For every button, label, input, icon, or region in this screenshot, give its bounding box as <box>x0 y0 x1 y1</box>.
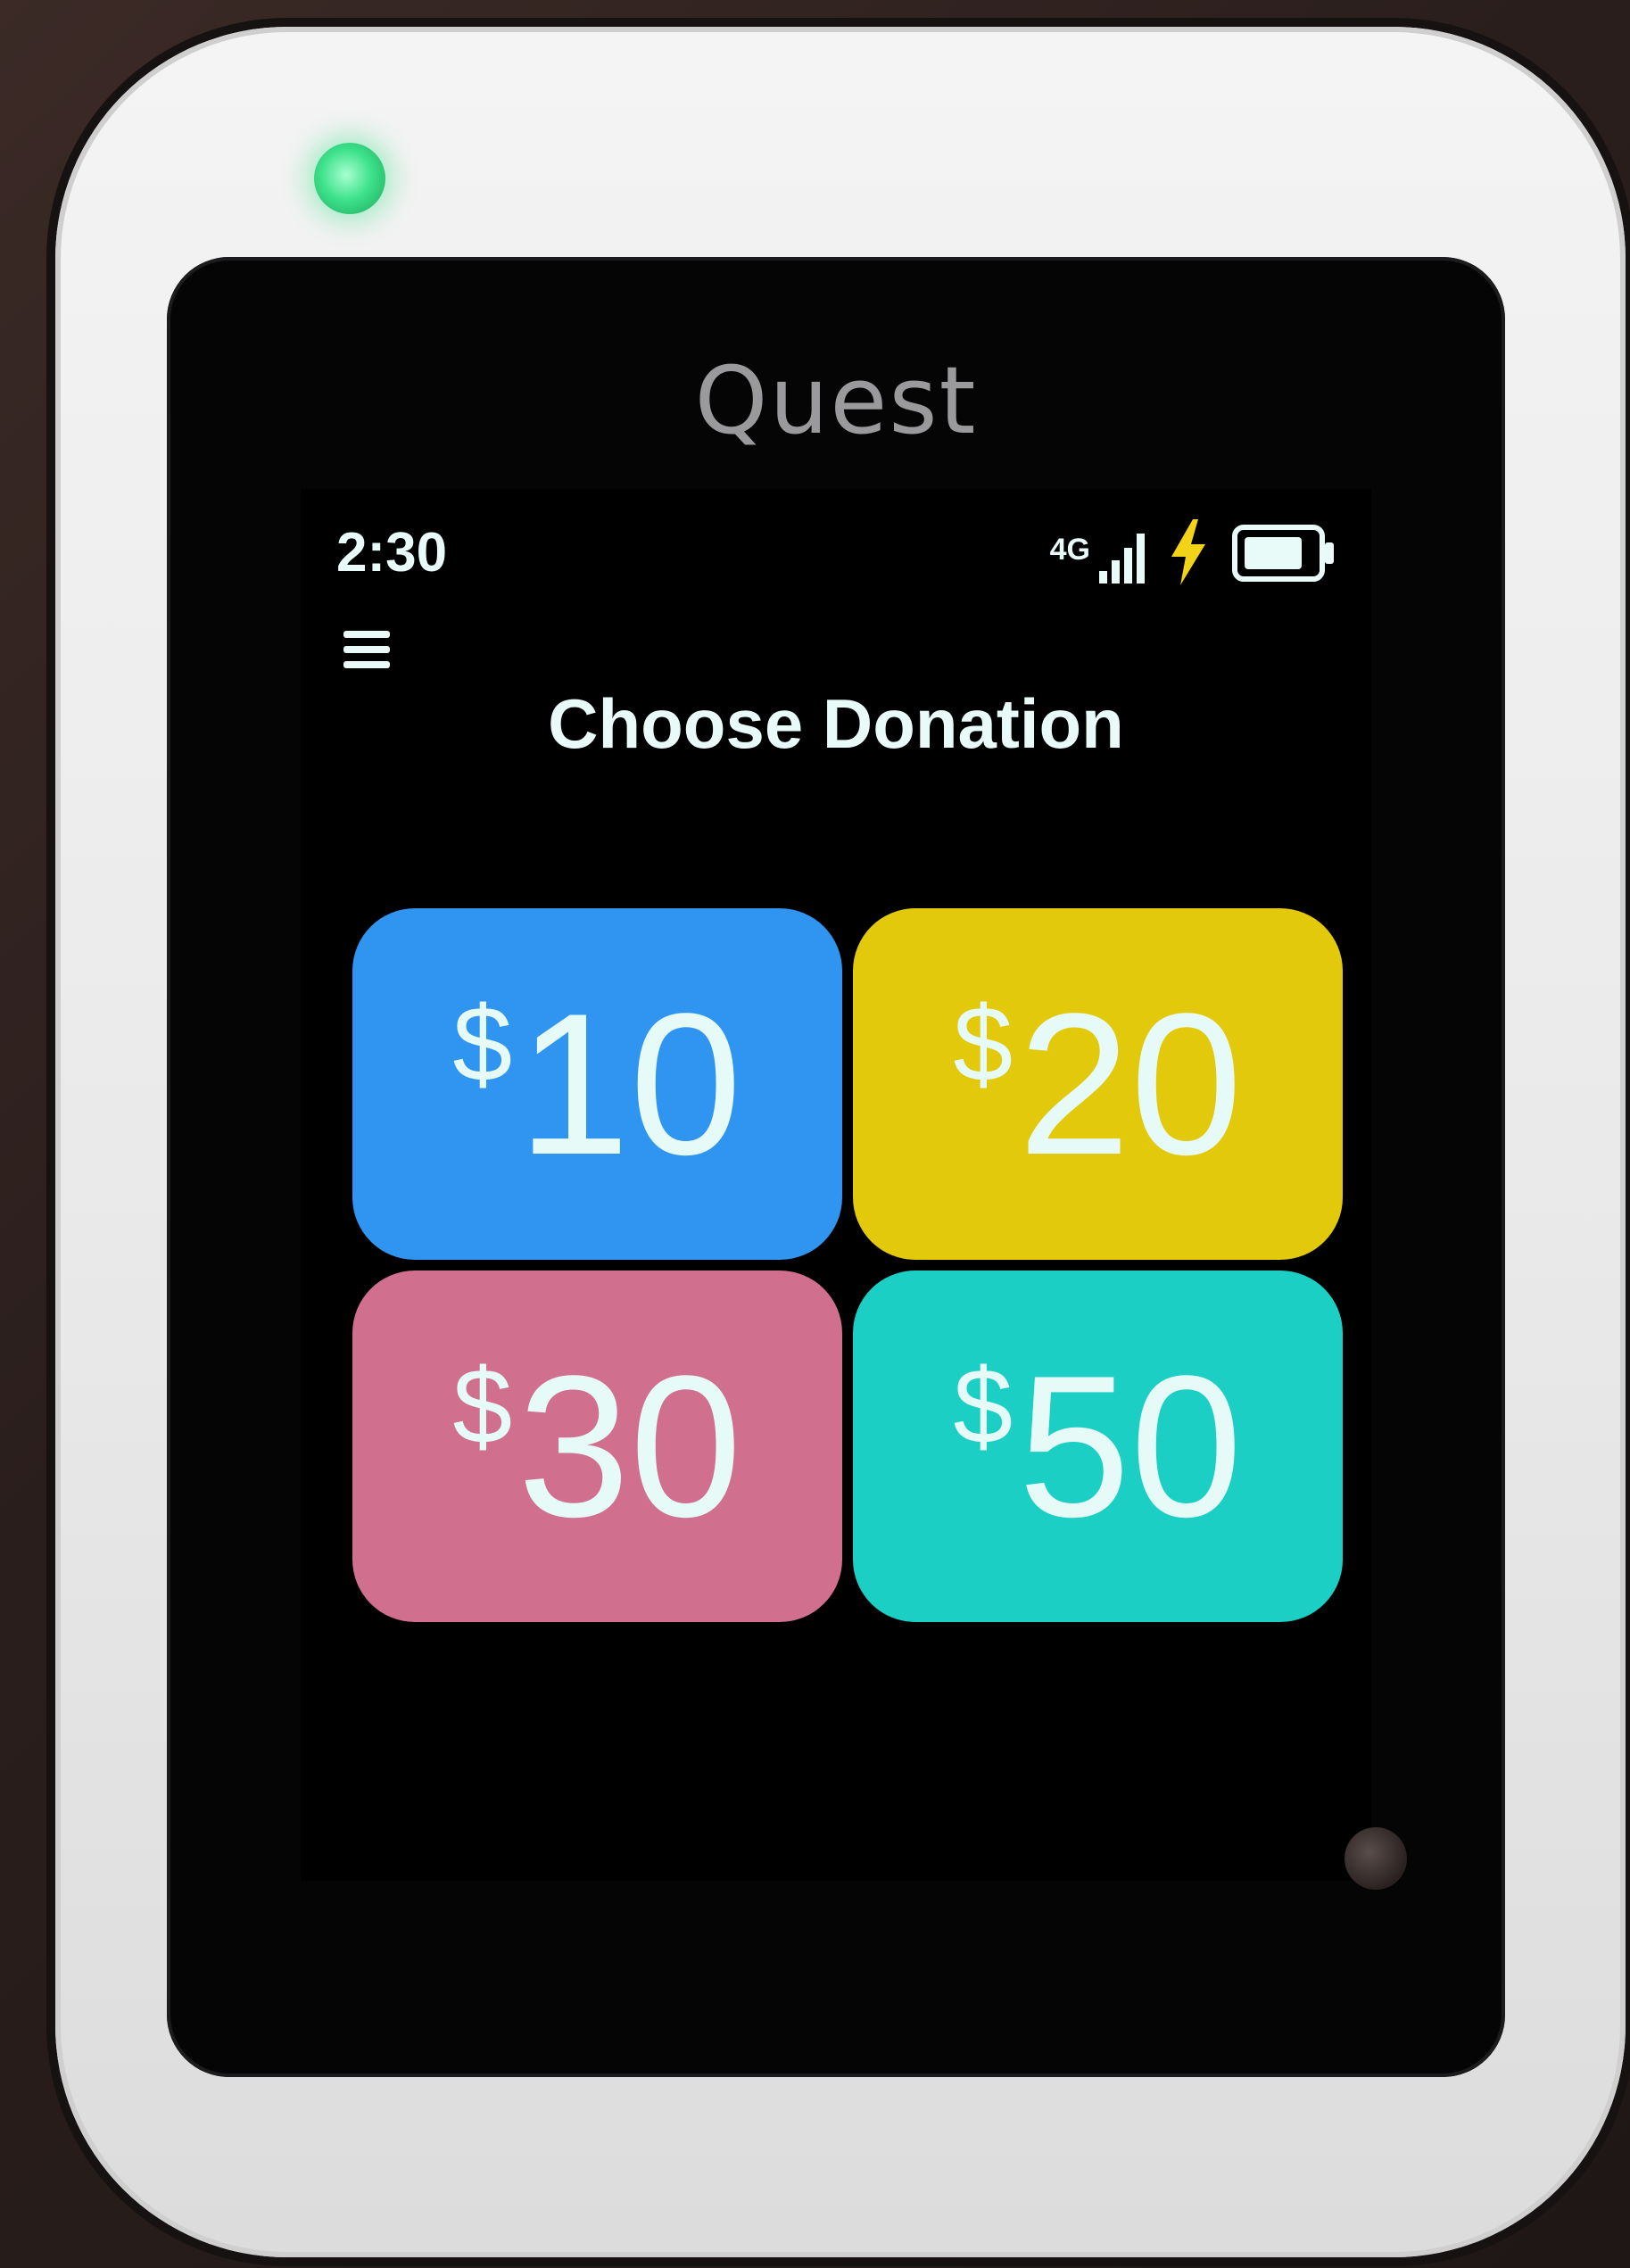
donation-30-button[interactable]: $ 30 <box>352 1271 842 1622</box>
page-title: Choose Donation <box>548 684 1124 763</box>
currency-symbol: $ <box>953 1346 1014 1466</box>
payment-terminal: Quest 2:30 4G Choose Donation $ 10 $ 20 … <box>55 27 1626 2257</box>
status-led <box>314 143 385 214</box>
donation-20-button[interactable]: $ 20 <box>853 908 1343 1260</box>
network-type: 4G <box>1049 533 1090 567</box>
status-icons: 4G <box>1049 519 1336 592</box>
brand-logo: Quest <box>694 346 978 455</box>
currency-symbol: $ <box>452 984 513 1104</box>
hamburger-menu-icon[interactable] <box>343 623 408 676</box>
battery-icon <box>1232 525 1334 582</box>
donation-amount: 30 <box>517 1333 742 1559</box>
signal-bars-icon <box>1099 530 1145 584</box>
status-time: 2:30 <box>336 522 448 584</box>
donation-10-button[interactable]: $ 10 <box>352 908 842 1260</box>
camera-dot <box>1345 1827 1407 1890</box>
donation-options-grid: $ 10 $ 20 $ 30 $ 50 <box>352 908 1343 1622</box>
currency-symbol: $ <box>953 984 1014 1104</box>
currency-symbol: $ <box>452 1346 513 1466</box>
donation-amount: 20 <box>1018 971 1243 1196</box>
lightning-bolt-icon <box>1171 519 1205 585</box>
screen: 2:30 4G Choose Donation $ 10 $ 20 $ 30 $… <box>301 489 1407 1890</box>
donation-amount: 10 <box>517 971 742 1196</box>
donation-amount: 50 <box>1018 1333 1243 1559</box>
donation-50-button[interactable]: $ 50 <box>853 1271 1343 1622</box>
status-bar: 2:30 4G <box>301 489 1371 605</box>
screen-bezel: Quest 2:30 4G Choose Donation $ 10 $ 20 … <box>167 257 1505 2077</box>
